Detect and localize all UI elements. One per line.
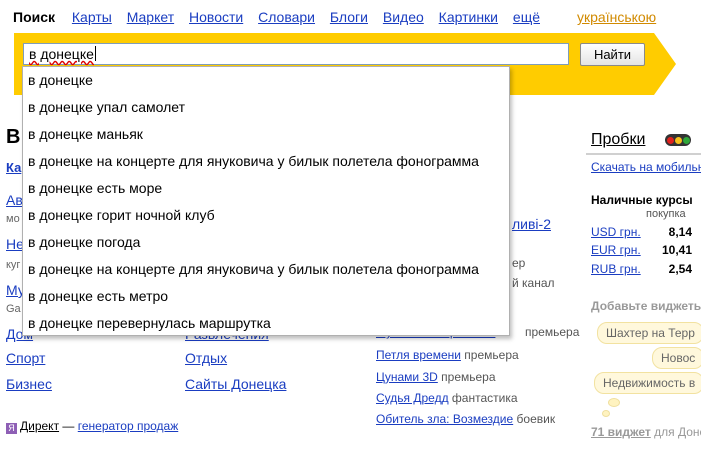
movie-title-link[interactable]: Обитель зла: Возмездие bbox=[376, 412, 513, 426]
rate-currency-eur[interactable]: EUR грн. bbox=[591, 243, 641, 257]
suggestions-dropdown: в донецке в донецке упал самолет в донец… bbox=[22, 66, 510, 336]
direct-icon: Я bbox=[6, 423, 17, 434]
widget-suggestion[interactable]: Новос bbox=[652, 347, 701, 369]
category-business[interactable]: Бизнес bbox=[6, 376, 52, 392]
movie-item: Обитель зла: Возмездие боевик bbox=[376, 412, 555, 426]
suggestion-item[interactable]: в донецке погода bbox=[23, 229, 509, 256]
movie-tag: боевик bbox=[516, 412, 556, 426]
rate-value-eur: 10,41 bbox=[661, 243, 692, 257]
traffic-light-yellow bbox=[675, 137, 682, 144]
direct-slogan-link[interactable]: генератор продаж bbox=[78, 419, 179, 433]
movie-tag: премьера bbox=[464, 348, 519, 362]
direct-dash: — bbox=[62, 419, 75, 433]
traffic-light-green bbox=[683, 137, 690, 144]
widgets-count-suffix: для Донецка bbox=[654, 425, 701, 439]
movie-tag: фантастика bbox=[451, 391, 518, 405]
suggestion-item[interactable]: в донецке горит ночной клуб bbox=[23, 202, 509, 229]
suggestion-item[interactable]: в донецке на концерте для януковича у би… bbox=[23, 148, 509, 175]
widget-suggestion[interactable]: Шахтер на Терр bbox=[597, 322, 701, 344]
rates-column-header: покупка bbox=[646, 208, 686, 220]
bubble-dot bbox=[602, 410, 610, 417]
rate-currency-rub[interactable]: RUB грн. bbox=[591, 262, 641, 276]
suggestion-item[interactable]: в донецке есть море bbox=[23, 175, 509, 202]
movie-tag-fragment: премьера bbox=[525, 325, 580, 339]
movie-tag: премьера bbox=[441, 370, 496, 384]
rates-title: Наличные курсы bbox=[591, 193, 693, 207]
suggestion-item[interactable]: в донецке bbox=[23, 67, 509, 94]
language-switch-link[interactable]: українською bbox=[577, 9, 656, 25]
widgets-count: 71 виджет для Донецка bbox=[591, 425, 701, 439]
nav-link-blogs[interactable]: Блоги bbox=[330, 9, 368, 25]
movie-fragment-3: й канал bbox=[512, 276, 555, 290]
rate-currency-usd[interactable]: USD грн. bbox=[591, 225, 641, 239]
movie-item: Цунами 3D премьера bbox=[376, 370, 496, 384]
search-input[interactable]: в донецке bbox=[23, 43, 569, 65]
movie-title-link[interactable]: Петля времени bbox=[376, 348, 461, 362]
movie-title-link[interactable]: Цунами 3D bbox=[376, 370, 438, 384]
widgets-count-link[interactable]: 71 виджет bbox=[591, 425, 651, 439]
category-sport[interactable]: Спорт bbox=[6, 350, 45, 366]
tab-fragment[interactable]: Ка bbox=[6, 160, 21, 175]
rate-value-usd: 8,14 bbox=[668, 225, 692, 239]
suggestion-item[interactable]: в донецке есть метро bbox=[23, 283, 509, 310]
top-nav: Поиск Карты Маркет Новости Словари Блоги… bbox=[13, 9, 551, 25]
nav-link-video[interactable]: Видео bbox=[383, 9, 424, 25]
traffic-divider bbox=[586, 153, 701, 155]
subcat-fragment-3: Ga bbox=[6, 303, 21, 315]
nav-link-maps[interactable]: Карты bbox=[72, 9, 112, 25]
traffic-title-link[interactable]: Пробки bbox=[591, 131, 645, 149]
section-heading-fragment: В bbox=[6, 126, 21, 148]
nav-link-market[interactable]: Маркет bbox=[127, 9, 174, 25]
subcat-fragment-1: мо bbox=[6, 213, 20, 225]
suggestion-item[interactable]: в донецке упал самолет bbox=[23, 94, 509, 121]
direct-link[interactable]: Директ bbox=[20, 419, 59, 433]
search-band-arrow bbox=[654, 33, 676, 95]
widget-suggestion[interactable]: Недвижимость в bbox=[594, 372, 701, 394]
category-donetsk-sites[interactable]: Сайты Донецка bbox=[185, 376, 286, 392]
rate-value-rub: 2,54 bbox=[668, 262, 692, 276]
category-leisure[interactable]: Отдых bbox=[185, 350, 227, 366]
traffic-light-red bbox=[667, 137, 674, 144]
search-input-text: в донецке bbox=[29, 46, 94, 62]
suggestion-item[interactable]: в донецке перевернулась маршрутка bbox=[23, 310, 509, 335]
nav-link-images[interactable]: Картинки bbox=[439, 9, 498, 25]
category-fragment-auto[interactable]: Ав bbox=[6, 192, 23, 208]
widgets-title: Добавьте виджеты bbox=[591, 299, 701, 313]
nav-link-more[interactable]: ещё bbox=[513, 9, 540, 25]
bubble-dot bbox=[608, 398, 620, 407]
movie-item: Петля времени премьера bbox=[376, 348, 519, 362]
suggestion-item[interactable]: в донецке на концерте для януковича у би… bbox=[23, 256, 509, 283]
direct-promo: Я Директ — генератор продаж bbox=[6, 419, 178, 434]
nav-link-news[interactable]: Новости bbox=[189, 9, 243, 25]
movie-item: Судья Дредд фантастика bbox=[376, 391, 518, 405]
download-mobile-link[interactable]: Скачать на мобильный bbox=[591, 160, 701, 174]
movie-fragment-2: ер bbox=[512, 256, 526, 270]
movie-fragment-1[interactable]: ливі-2 bbox=[512, 216, 551, 232]
text-caret bbox=[94, 46, 96, 61]
movie-title-link[interactable]: Судья Дредд bbox=[376, 391, 449, 405]
nav-current-search: Поиск bbox=[13, 9, 56, 25]
suggestion-item[interactable]: в донецке маньяк bbox=[23, 121, 509, 148]
subcat-fragment-2: куг bbox=[6, 259, 21, 271]
find-button[interactable]: Найти bbox=[580, 43, 645, 66]
nav-link-dictionaries[interactable]: Словари bbox=[258, 9, 315, 25]
